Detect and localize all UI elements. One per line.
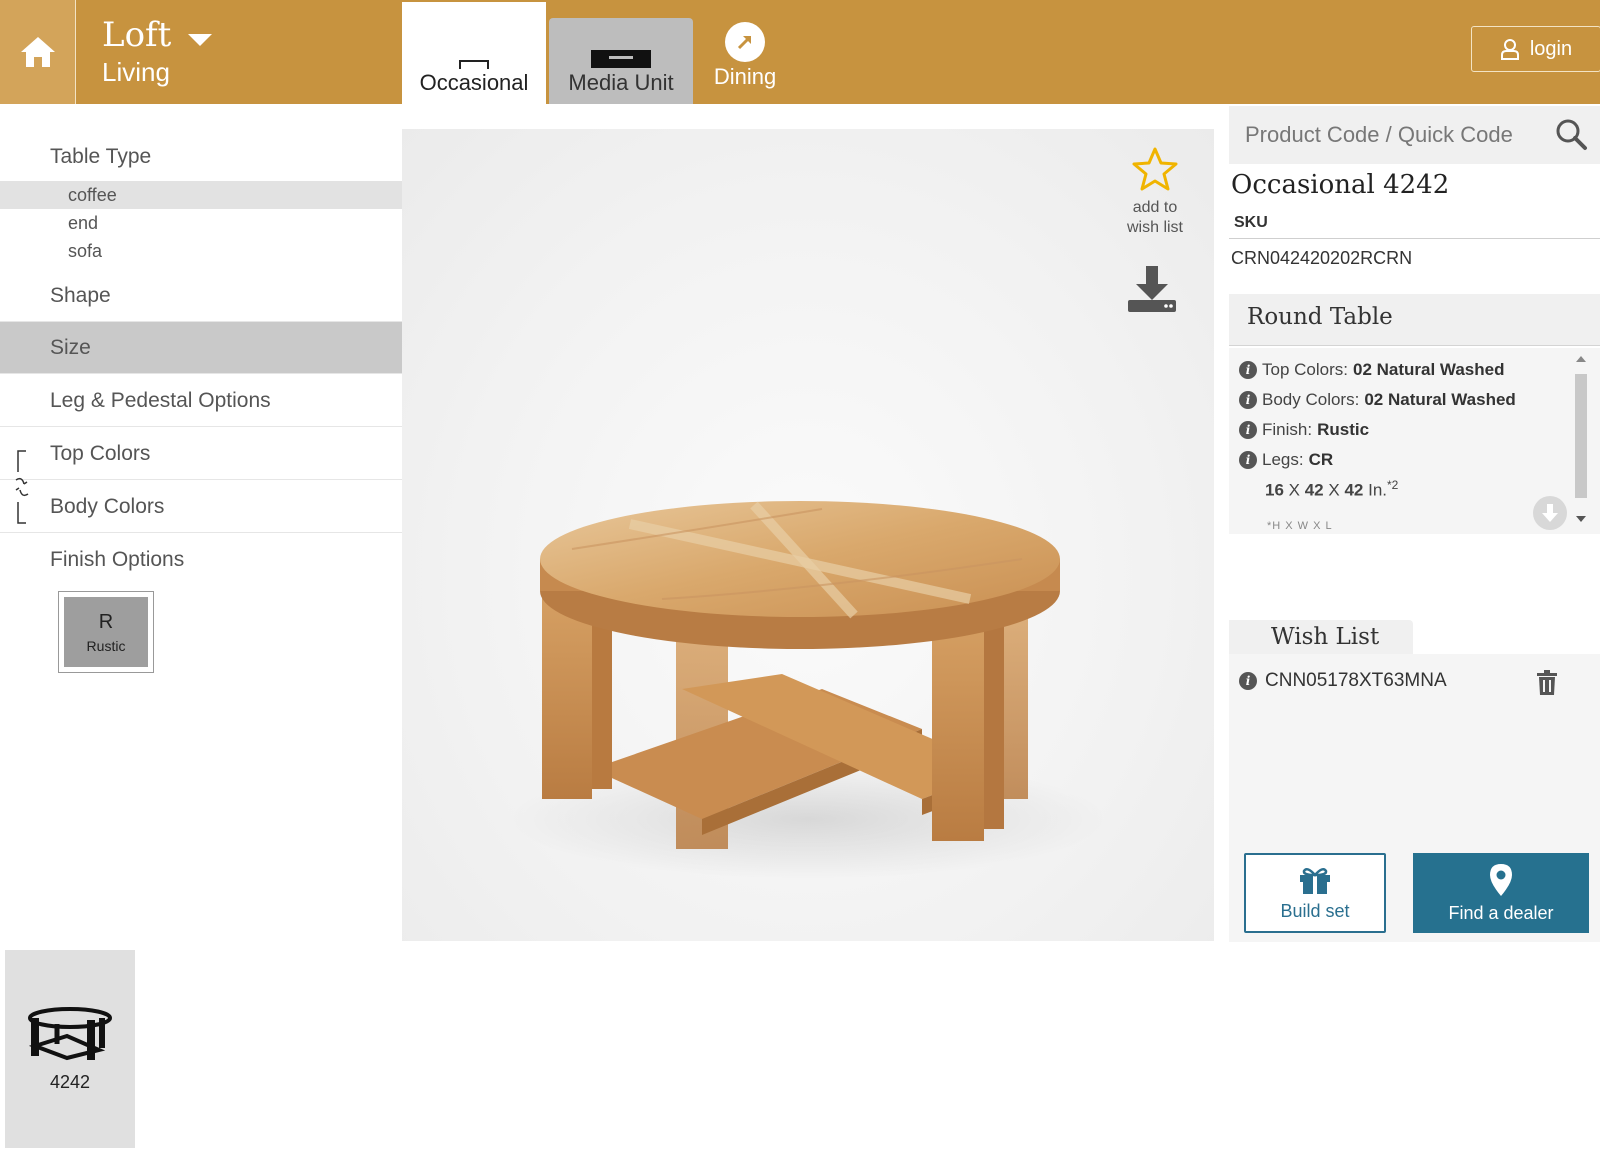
tab-occasional-label: Occasional xyxy=(419,70,529,95)
table-thumbnail-icon xyxy=(28,1006,112,1060)
build-set-button[interactable]: Build set xyxy=(1244,853,1386,933)
download-icon[interactable] xyxy=(1126,264,1178,314)
dimensions: 16 X 42 X 42 In.*2 xyxy=(1265,478,1399,500)
wishlist-item[interactable]: i CNN05178XT63MNA xyxy=(1239,670,1447,692)
dimensions-note: *H X W X L xyxy=(1267,520,1333,532)
scroll-down-button[interactable] xyxy=(1533,496,1567,530)
wish-add-line-2: wish list xyxy=(1126,219,1183,236)
trash-icon[interactable] xyxy=(1536,670,1558,696)
finish-swatch-inner: R Rustic xyxy=(64,597,148,667)
tab-dining-label: Dining xyxy=(713,64,777,89)
sku-divider xyxy=(1229,238,1600,239)
search-box xyxy=(1229,106,1600,164)
spec-label: Legs: xyxy=(1262,450,1304,469)
spec-label: Body Colors: xyxy=(1262,390,1360,409)
info-icon[interactable]: i xyxy=(1239,391,1257,409)
spec-label: Top Colors: xyxy=(1262,360,1348,379)
thumbnail-label: 4242 xyxy=(49,1071,91,1092)
info-icon[interactable]: i xyxy=(1239,672,1257,690)
tab-media-unit-label: Media Unit xyxy=(568,70,674,95)
category-shape[interactable]: Shape xyxy=(0,270,402,322)
sku-value: CRN042420202RCRN xyxy=(1231,248,1413,268)
gift-icon xyxy=(1300,867,1330,894)
spec-value: CR xyxy=(1308,450,1334,469)
arrow-up-right-icon xyxy=(725,22,765,62)
brand-selector[interactable]: Loft Living xyxy=(102,14,171,88)
finish-label: Rustic xyxy=(86,637,126,654)
info-icon[interactable]: i xyxy=(1239,361,1257,379)
wishlist-tab: Wish List xyxy=(1229,620,1413,656)
finish-code: R xyxy=(98,610,114,633)
login-label: login xyxy=(1529,37,1573,60)
build-set-label: Build set xyxy=(1280,900,1350,921)
category-size[interactable]: Size xyxy=(0,322,402,374)
finish-swatch-rustic[interactable]: R Rustic xyxy=(58,591,154,673)
wish-add-line-1: add to xyxy=(1132,199,1178,216)
find-dealer-button[interactable]: Find a dealer xyxy=(1413,853,1589,933)
media-unit-icon xyxy=(591,50,651,68)
table-type-sofa[interactable]: sofa xyxy=(0,237,402,265)
tab-media-unit[interactable]: Media Unit xyxy=(549,18,693,104)
table-type-end[interactable]: end xyxy=(0,209,402,237)
home-button[interactable] xyxy=(0,0,76,104)
user-icon xyxy=(1500,39,1519,60)
dim-length: 42 xyxy=(1344,480,1364,500)
category-leg-pedestal[interactable]: Leg & Pedestal Options xyxy=(0,375,402,427)
sku-label: SKU xyxy=(1234,214,1268,231)
add-to-wishlist-button[interactable]: add to wish list xyxy=(1110,146,1200,238)
product-thumbnail[interactable]: 4242 xyxy=(5,950,135,1148)
spec-scroll-thumb[interactable] xyxy=(1575,374,1587,498)
product-viewer[interactable] xyxy=(402,129,1214,941)
brand-name: Loft xyxy=(102,15,172,55)
spec-value: Rustic xyxy=(1317,420,1370,439)
spec-label: Finish: xyxy=(1262,420,1313,439)
table-type-coffee[interactable]: coffee xyxy=(0,181,402,209)
map-pin-icon xyxy=(1490,863,1512,896)
spec-value: 02 Natural Washed xyxy=(1352,360,1505,379)
dim-note-sup: *2 xyxy=(1387,478,1399,492)
login-button[interactable]: login xyxy=(1471,26,1600,72)
spec-header: Round Table xyxy=(1229,294,1600,346)
info-icon[interactable]: i xyxy=(1239,421,1257,439)
product-title: Occasional 4242 xyxy=(1231,170,1450,200)
category-body-colors[interactable]: Body Colors xyxy=(0,481,402,533)
category-finish-options[interactable]: Finish Options xyxy=(0,534,402,586)
occasional-table-icon xyxy=(459,60,489,69)
home-icon xyxy=(20,37,55,67)
spec-legs: i Legs: CR xyxy=(1239,450,1333,470)
search-icon[interactable] xyxy=(1554,117,1588,151)
spec-body-colors: i Body Colors: 02 Natural Washed xyxy=(1239,390,1516,410)
info-icon[interactable]: i xyxy=(1239,451,1257,469)
find-dealer-label: Find a dealer xyxy=(1448,902,1554,923)
brand-subtitle: Living xyxy=(102,57,170,87)
spec-finish: i Finish: Rustic xyxy=(1239,420,1369,440)
link-colors-icon[interactable] xyxy=(14,450,30,524)
product-image xyxy=(508,501,1108,879)
table-type-heading: Table Type xyxy=(50,145,152,168)
category-top-colors[interactable]: Top Colors xyxy=(0,428,402,480)
spec-top-colors: i Top Colors: 02 Natural Washed xyxy=(1239,360,1504,380)
tab-dining[interactable]: Dining xyxy=(700,2,790,104)
spec-value: 02 Natural Washed xyxy=(1364,390,1516,409)
wishlist-item-code: CNN05178XT63MNA xyxy=(1265,670,1447,691)
wishlist-title: Wish List xyxy=(1271,624,1380,650)
tab-occasional[interactable]: Occasional xyxy=(402,2,546,104)
top-bar xyxy=(0,0,1600,104)
star-icon xyxy=(1132,147,1178,191)
spec-title: Round Table xyxy=(1247,304,1393,330)
chevron-down-icon[interactable] xyxy=(188,34,212,46)
dim-height: 16 xyxy=(1265,480,1284,500)
dim-width: 42 xyxy=(1304,480,1324,500)
dim-unit: In. xyxy=(1368,480,1387,500)
search-input[interactable] xyxy=(1245,116,1545,154)
arrow-down-icon xyxy=(1542,504,1558,522)
